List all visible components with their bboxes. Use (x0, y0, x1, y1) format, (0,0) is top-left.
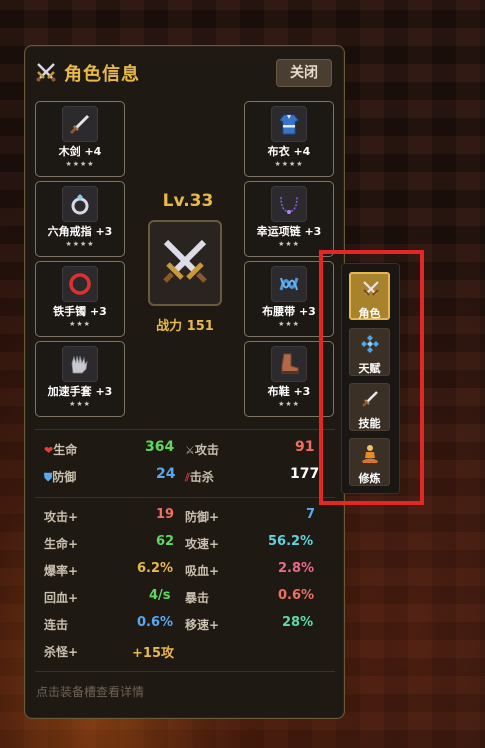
character-level: Lv.33 (162, 191, 214, 211)
bonus-stat-label: 连击 (44, 618, 69, 632)
equip-stars: ★★★ (69, 400, 91, 408)
equip-name: 加速手套 +3 (47, 385, 113, 398)
dagger-icon (62, 106, 98, 142)
bonus-stat-value: 4/s (149, 588, 171, 603)
panel-title: 角色信息 (64, 64, 140, 85)
robe-icon (271, 106, 307, 142)
close-button[interactable]: 关闭 (276, 59, 332, 87)
equip-slot-bracelet[interactable]: 铁手镯 +3 ★★★ (35, 261, 125, 337)
heart-icon: ❤ (44, 444, 54, 457)
shield-icon: ⛊ (44, 471, 53, 484)
bonus-stat-value: 6.2% (137, 561, 174, 576)
bonus-stat-value: 28% (282, 615, 314, 630)
equip-stars: ★★★★ (274, 160, 304, 168)
bonus-stat-label: 攻击+ (44, 510, 79, 524)
equip-name: 幸运项链 +3 (256, 225, 322, 238)
equip-slot-ring[interactable]: 六角戒指 +3 ★★★★ (35, 181, 125, 257)
equip-name: 布衣 +4 (267, 145, 311, 158)
equip-slot-weapon[interactable]: 木剑 +4 ★★★★ (35, 101, 125, 177)
bonus-stat-value: 62 (156, 534, 175, 549)
bonus-stat-label: 防御+ (185, 510, 220, 524)
equip-name: 铁手镯 +3 (53, 305, 107, 318)
crossed-swords-icon (158, 234, 212, 292)
bonus-stat-value: 0.6% (137, 615, 174, 630)
bonus-stat-value: 19 (156, 507, 175, 522)
equip-slot-armor[interactable]: 布衣 +4 ★★★★ (244, 101, 334, 177)
divider (35, 429, 335, 430)
bonus-stat-value: 7 (306, 507, 316, 522)
panel-header: 角色信息 关闭 (25, 46, 344, 98)
hint-text: 点击装备槽查看详情 (36, 685, 145, 699)
combat-power: 战力 151 (156, 319, 214, 334)
equip-stars: ★★★ (69, 320, 91, 328)
stat-kills-value: 177 (290, 466, 320, 482)
equip-stars: ★★★★ (65, 160, 95, 168)
bonus-stat-label: 攻速+ (185, 537, 220, 551)
gloves-icon (62, 346, 98, 382)
divider (35, 671, 335, 672)
bonus-stat-value: 56.2% (268, 534, 314, 549)
equip-stars: ★★★★ (65, 240, 95, 248)
bonus-stat-label: 回血+ (44, 591, 79, 605)
ring-icon (62, 186, 98, 222)
stat-attack-value: 91 (295, 439, 315, 455)
equip-slot-gloves[interactable]: 加速手套 +3 ★★★ (35, 341, 125, 417)
stat-hp-value: 364 (145, 439, 175, 455)
stat-defense-label: ⛊防御 (44, 470, 77, 484)
divider (35, 497, 335, 498)
stat-hp-label: ❤生命 (44, 443, 78, 457)
necklace-icon (271, 186, 307, 222)
equip-name: 六角戒指 +3 (47, 225, 113, 238)
stat-attack-label: ⚔攻击 (185, 443, 219, 457)
bonus-stat-label: 移速+ (185, 618, 220, 632)
character-info-panel: 角色信息 关闭 木剑 +4 ★★★★ 六角戒指 +3 ★★★★ 铁手镯 +3 ★… (24, 45, 345, 719)
character-avatar (148, 220, 222, 306)
stat-kills-label: ⫽击杀 (185, 470, 214, 484)
bonus-stat-label: 暴击 (185, 591, 210, 605)
equip-slot-necklace[interactable]: 幸运项链 +3 ★★★ (244, 181, 334, 257)
equip-stars: ★★★ (278, 240, 300, 248)
stat-defense-value: 24 (156, 466, 176, 482)
crossed-swords-icon (35, 61, 57, 83)
bonus-stat-value: 2.8% (278, 561, 315, 576)
bonus-stat-label: 杀怪+ (44, 645, 79, 659)
boots-icon (271, 346, 307, 382)
bonus-stat-label: 爆率+ (44, 564, 79, 578)
bonus-stat-value: +15攻 (132, 646, 174, 661)
equip-name: 木剑 +4 (58, 145, 102, 158)
bracelet-icon (62, 266, 98, 302)
bonus-stat-label: 生命+ (44, 537, 79, 551)
bonus-stat-value: 0.6% (278, 588, 315, 603)
bonus-stat-label: 吸血+ (185, 564, 220, 578)
belt-icon (271, 266, 307, 302)
highlight-frame (319, 250, 424, 505)
crossed-swords-icon: ⚔ (185, 444, 195, 457)
